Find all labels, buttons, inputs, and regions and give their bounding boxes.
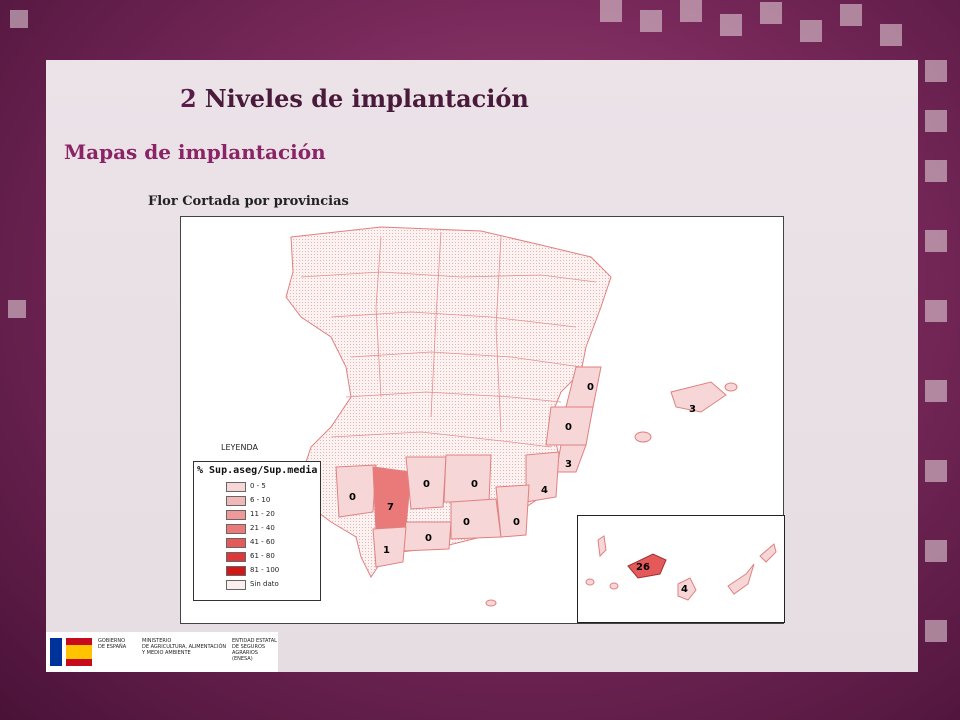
value-baleares: 3 (689, 404, 696, 415)
value-valencia: 0 (565, 422, 572, 433)
value-jaen: 0 (471, 479, 478, 490)
ent-line3: AGRARIOS (ENESA) (232, 650, 258, 662)
min-line3: Y MEDIO AMBIENTE (142, 650, 191, 656)
legend-swatch (226, 552, 246, 562)
value-granada: 0 (463, 517, 470, 528)
legend-swatch (226, 482, 246, 492)
slide-title-text: Niveles de implantación (204, 84, 529, 113)
value-huelva: 0 (349, 492, 356, 503)
spain-coat-of-arms-icon (66, 638, 92, 666)
legend-label: 81 - 100 (250, 566, 280, 574)
value-almeria: 0 (513, 517, 520, 528)
province-granada (450, 498, 502, 540)
value-alicante: 3 (565, 459, 572, 470)
legend-label: 11 - 20 (250, 510, 275, 518)
province-sevilla (372, 466, 412, 533)
slide-title: 2 Niveles de implantación (180, 84, 529, 113)
value-sevilla: 7 (387, 502, 394, 513)
province-jaen (443, 454, 492, 503)
legend-label: 41 - 60 (250, 538, 275, 546)
spain-map: 0 0 3 4 3 0 7 0 0 0 0 0 1 LEYENDA % Sup.… (180, 216, 785, 624)
legend-swatch (226, 538, 246, 548)
canary-svg (585, 535, 777, 601)
gov-label: GOBIERNO DE ESPAÑA (98, 638, 126, 650)
legend-label: 0 - 5 (250, 482, 266, 490)
legend-label: 6 - 10 (250, 496, 271, 504)
province-baleares (670, 381, 727, 413)
province-huelva (335, 464, 377, 518)
value-malaga: 0 (425, 533, 432, 544)
legend-swatch (226, 524, 246, 534)
legend-swatch (226, 566, 246, 576)
legend-swatch (226, 496, 246, 506)
legend-label: 21 - 40 (250, 524, 275, 532)
slide-number: 2 (180, 84, 197, 113)
legend-title: LEYENDA (221, 443, 258, 452)
section-title: Mapas de implantación (64, 140, 326, 164)
slide-panel: 2 Niveles de implantación Mapas de implan… (46, 60, 918, 672)
value-cordoba: 0 (423, 479, 430, 490)
value-castellon: 0 (587, 382, 594, 393)
value-cadiz: 1 (383, 545, 390, 556)
value-murcia: 4 (541, 485, 548, 496)
legend-swatch (226, 580, 246, 590)
value-tenerife: 26 (636, 562, 650, 573)
legend-label: Sin dato (250, 580, 279, 588)
map-caption: Flor Cortada por provincias (148, 194, 349, 209)
canary-islands-inset: 26 4 (577, 515, 785, 623)
province-almeria (495, 484, 530, 538)
legend-label: 61 - 80 (250, 552, 275, 560)
value-las-palmas: 4 (681, 584, 688, 595)
gov-line2: DE ESPAÑA (98, 644, 127, 650)
footer-logos: GOBIERNO DE ESPAÑA MINISTERIO DE AGRICUL… (46, 632, 278, 672)
legend: % Sup.aseg/Sup.media 0 - 5 6 - 10 11 - 2… (193, 461, 321, 601)
legend-swatch (226, 510, 246, 520)
enesa-label: ENTIDAD ESTATAL DE SEGUROS AGRARIOS (ENE… (232, 638, 278, 662)
legend-header: % Sup.aseg/Sup.media (197, 465, 318, 476)
ministry-label: MINISTERIO DE AGRICULTURA, ALIMENTACIÓN … (142, 638, 226, 656)
eu-flag-icon (50, 638, 62, 666)
